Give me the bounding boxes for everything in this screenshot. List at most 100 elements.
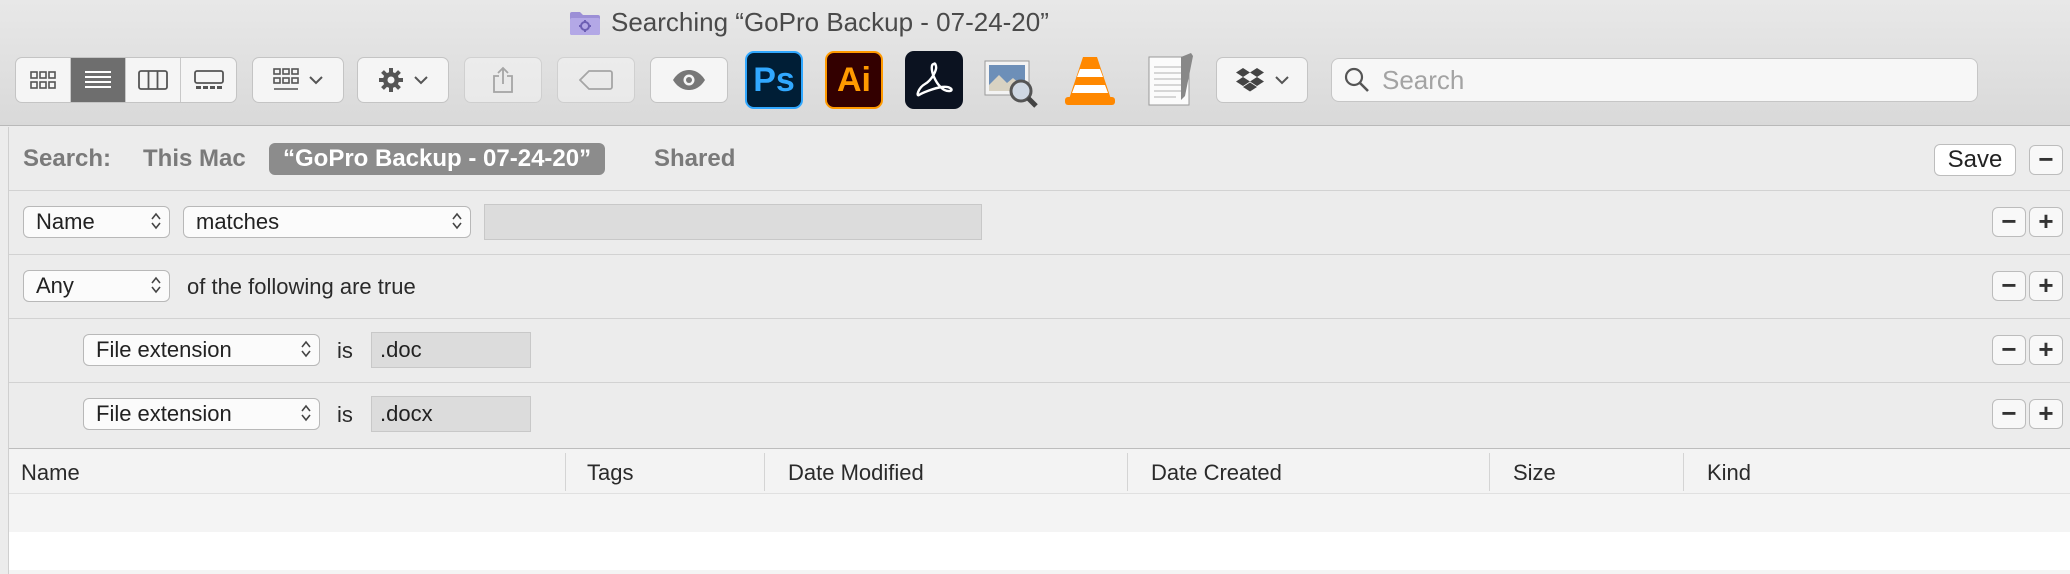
search-field[interactable] (1331, 58, 1978, 102)
up-down-arrows-icon (301, 404, 311, 422)
toolbar: Ps Ai (15, 51, 1308, 109)
remove-criteria-button[interactable]: − (1992, 335, 2026, 365)
column-header-kind[interactable]: Kind (1707, 460, 1751, 486)
illustrator-label: Ai (837, 60, 871, 99)
criteria-row-name: Name matches − + (9, 191, 2070, 255)
add-criteria-button[interactable]: + (2029, 207, 2063, 237)
list-row-empty (9, 494, 2070, 532)
vlc-app-icon[interactable] (1061, 51, 1119, 109)
photoshop-label: Ps (753, 60, 795, 99)
add-criteria-button[interactable]: + (2029, 271, 2063, 301)
remove-criteria-button[interactable]: − (1992, 207, 2026, 237)
grid-icon (30, 71, 56, 89)
group-by-button[interactable] (252, 57, 344, 103)
columns-icon (138, 70, 168, 90)
up-down-arrows-icon (301, 340, 311, 358)
attribute-value: File extension (96, 337, 232, 362)
remove-criteria-button[interactable]: − (1992, 399, 2026, 429)
eye-icon (673, 70, 705, 90)
share-button[interactable] (464, 57, 542, 103)
search-panel: Search: This Mac “GoPro Backup - 07-24-2… (8, 127, 2070, 574)
any-all-popup[interactable]: Any (23, 270, 170, 302)
column-header-date-modified[interactable]: Date Modified (788, 460, 924, 486)
list-row-empty (9, 532, 2070, 570)
search-icon (1344, 67, 1369, 92)
operator-popup[interactable]: matches (183, 206, 471, 238)
attribute-popup[interactable]: File extension (83, 398, 320, 430)
textedit-app-icon[interactable] (1141, 51, 1199, 109)
preview-icon (984, 60, 1038, 108)
acrobat-icon (916, 62, 953, 97)
dropbox-button[interactable] (1216, 57, 1308, 103)
extension-value-field[interactable]: .doc (371, 332, 531, 368)
attribute-value: File extension (96, 401, 232, 426)
list-icon (85, 71, 111, 88)
column-header-name[interactable]: Name (21, 460, 80, 486)
smart-folder-icon (569, 10, 601, 35)
gear-icon (379, 68, 403, 92)
extension-value-field[interactable]: .docx (371, 396, 531, 432)
search-input[interactable] (1382, 64, 1942, 96)
remove-search-button[interactable]: − (2029, 145, 2063, 175)
illustrator-app-icon[interactable]: Ai (825, 51, 883, 109)
action-menu-button[interactable] (357, 57, 449, 103)
column-view-button[interactable] (126, 58, 181, 102)
attribute-value: Name (36, 209, 95, 234)
column-divider[interactable] (1489, 453, 1490, 491)
chevron-down-icon (414, 76, 428, 85)
acrobat-app-icon[interactable] (905, 51, 963, 109)
title-bar: Searching “GoPro Backup - 07-24-20” Ps A… (0, 0, 2070, 126)
file-list-header: Name Tags Date Modified Date Created Siz… (9, 448, 2070, 494)
following-are-true-label: of the following are true (187, 274, 416, 299)
criteria-row-extension-docx: File extension is .docx − + (9, 383, 2070, 447)
column-header-size[interactable]: Size (1513, 460, 1556, 486)
icon-view-button[interactable] (16, 58, 71, 102)
scope-shared[interactable]: Shared (654, 145, 735, 173)
attribute-popup[interactable]: File extension (83, 334, 320, 366)
save-search-button[interactable]: Save (1934, 144, 2016, 176)
tag-icon (579, 70, 613, 90)
share-icon (493, 66, 513, 93)
search-scope-bar: Search: This Mac “GoPro Backup - 07-24-2… (9, 127, 2070, 191)
add-criteria-button[interactable]: + (2029, 399, 2063, 429)
chevron-down-icon (309, 76, 323, 85)
tags-button[interactable] (557, 57, 635, 103)
group-icon (273, 68, 299, 90)
column-divider[interactable] (764, 453, 765, 491)
photoshop-app-icon[interactable]: Ps (745, 51, 803, 109)
dropbox-icon (1236, 68, 1264, 92)
any-all-value: Any (36, 273, 74, 298)
name-value-field[interactable] (484, 204, 982, 240)
criteria-row-any: Any of the following are true − + (9, 255, 2070, 319)
operator-label: is (337, 402, 353, 427)
attribute-popup[interactable]: Name (23, 206, 170, 238)
scope-this-mac[interactable]: This Mac (143, 145, 246, 173)
column-divider[interactable] (565, 453, 566, 491)
scope-current-folder[interactable]: “GoPro Backup - 07-24-20” (269, 143, 606, 175)
column-divider[interactable] (1683, 453, 1684, 491)
preview-app-icon[interactable] (981, 51, 1039, 109)
view-mode-control (15, 57, 237, 103)
search-scope-label: Search: (23, 145, 112, 172)
list-row-empty (9, 570, 2070, 574)
list-view-button[interactable] (71, 58, 126, 102)
remove-criteria-button[interactable]: − (1992, 271, 2026, 301)
operator-label: is (337, 338, 353, 363)
chevron-down-icon (1275, 76, 1289, 85)
column-header-date-created[interactable]: Date Created (1151, 460, 1282, 486)
quick-look-button[interactable] (650, 57, 728, 103)
up-down-arrows-icon (452, 212, 462, 230)
column-header-tags[interactable]: Tags (587, 460, 633, 486)
gallery-icon (193, 70, 224, 89)
add-criteria-button[interactable]: + (2029, 335, 2063, 365)
up-down-arrows-icon (151, 276, 161, 294)
textedit-icon (1148, 53, 1193, 106)
window-title-area: Searching “GoPro Backup - 07-24-20” (569, 6, 1049, 38)
column-divider[interactable] (1127, 453, 1128, 491)
operator-value: matches (196, 209, 280, 234)
vlc-cone-icon (1065, 57, 1115, 105)
up-down-arrows-icon (151, 212, 161, 230)
gallery-view-button[interactable] (181, 58, 236, 102)
criteria-row-extension-doc: File extension is .doc − + (9, 319, 2070, 383)
window-title: Searching “GoPro Backup - 07-24-20” (611, 6, 1049, 37)
